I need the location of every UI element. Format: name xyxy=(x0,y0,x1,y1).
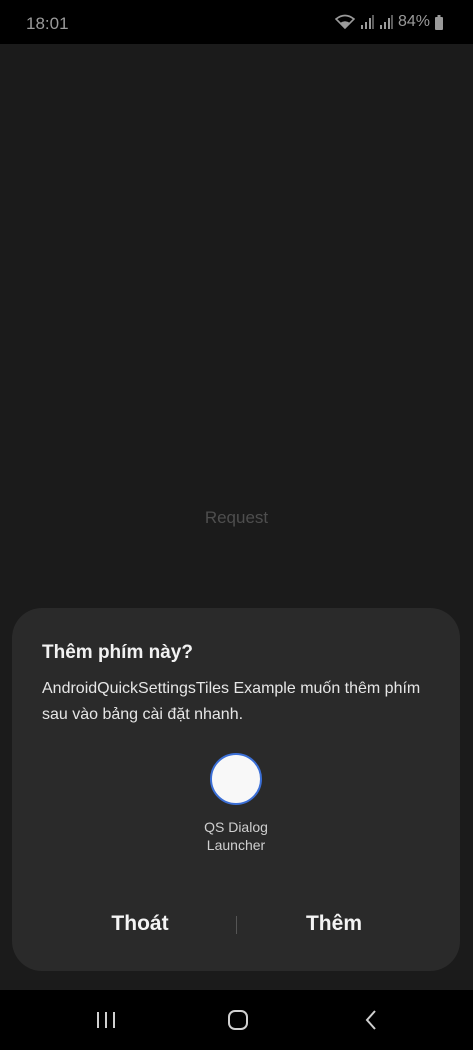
navigation-bar xyxy=(0,990,473,1050)
back-icon[interactable] xyxy=(351,1006,391,1034)
screen: 18:01 84% Request Thêm phím này? Android… xyxy=(0,0,473,1050)
add-button[interactable]: Thêm xyxy=(244,912,424,936)
battery-percent: 84% xyxy=(397,13,430,30)
tile-label-line2: Launcher xyxy=(206,837,266,853)
tile-icon xyxy=(210,753,262,805)
tile-label-line1: QS Dialog xyxy=(204,819,268,835)
tile-label: QS Dialog Launcher xyxy=(12,818,460,854)
dialog-title: Thêm phím này? xyxy=(42,642,193,663)
status-time: 18:01 xyxy=(26,14,69,33)
wifi-icon xyxy=(334,14,355,30)
battery-icon xyxy=(435,14,443,30)
signal-icon xyxy=(360,15,374,29)
request-button[interactable]: Request xyxy=(0,508,473,528)
cancel-button[interactable]: Thoát xyxy=(50,912,230,936)
home-icon[interactable] xyxy=(218,1006,258,1034)
signal-icon xyxy=(379,15,393,29)
status-bar: 18:01 84% xyxy=(0,0,473,44)
status-icons: 84% xyxy=(334,13,443,31)
add-tile-dialog: Thêm phím này? AndroidQuickSettingsTiles… xyxy=(12,608,460,971)
button-divider xyxy=(236,916,237,934)
dialog-message: AndroidQuickSettingsTiles Example muốn t… xyxy=(42,680,421,723)
recents-icon[interactable] xyxy=(86,1006,126,1034)
